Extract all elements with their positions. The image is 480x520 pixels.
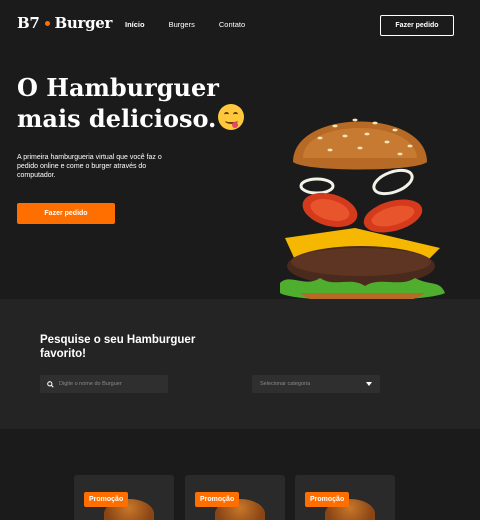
main-nav: Início Burgers Contato <box>125 20 269 29</box>
logo-text-left: B7 <box>17 14 40 32</box>
logo-text-right: Burger <box>54 14 113 32</box>
nav-link-home[interactable]: Início <box>125 20 145 29</box>
burger-image <box>280 118 445 306</box>
header: B7 Burger Início Burgers Contato Fazer p… <box>0 0 480 50</box>
hero-description: A primeira hamburgueria virtual que você… <box>17 154 162 179</box>
nav-link-burgers[interactable]: Burgers <box>169 20 195 29</box>
promo-badge: Promoção <box>195 492 240 507</box>
hero-section: O Hamburguer mais delicioso. A primeira … <box>0 50 480 306</box>
search-input[interactable] <box>59 381 159 387</box>
chevron-down-icon <box>366 382 372 386</box>
hero-title-text: O Hamburguer mais delicioso. <box>17 73 219 133</box>
product-card[interactable]: Promoção <box>185 475 285 520</box>
category-select[interactable]: Selecionar categoria <box>252 375 380 393</box>
promo-badge: Promoção <box>305 492 350 507</box>
logo-dot-icon <box>44 20 50 26</box>
search-title: Pesquise o seu Hamburguer favorito! <box>40 334 196 360</box>
logo[interactable]: B7 Burger <box>17 14 112 32</box>
search-input-wrapper[interactable] <box>40 375 168 393</box>
page: B7 Burger Início Burgers Contato Fazer p… <box>0 0 480 520</box>
product-card[interactable]: Promoção <box>295 475 395 520</box>
product-card[interactable]: Promoção <box>74 475 174 520</box>
header-order-button[interactable]: Fazer pedido <box>380 15 454 36</box>
hero-order-button[interactable]: Fazer pedido <box>17 203 115 224</box>
hero-title: O Hamburguer mais delicioso. <box>17 72 247 134</box>
promo-badge: Promoção <box>84 492 129 507</box>
yum-emoji-icon <box>218 104 245 130</box>
search-section: Pesquise o seu Hamburguer favorito! Sele… <box>0 299 480 429</box>
category-select-value: Selecionar categoria <box>260 381 311 387</box>
nav-link-contact[interactable]: Contato <box>219 20 245 29</box>
products-section: Promoção Promoção Promoção <box>0 429 480 520</box>
search-icon <box>47 380 54 388</box>
